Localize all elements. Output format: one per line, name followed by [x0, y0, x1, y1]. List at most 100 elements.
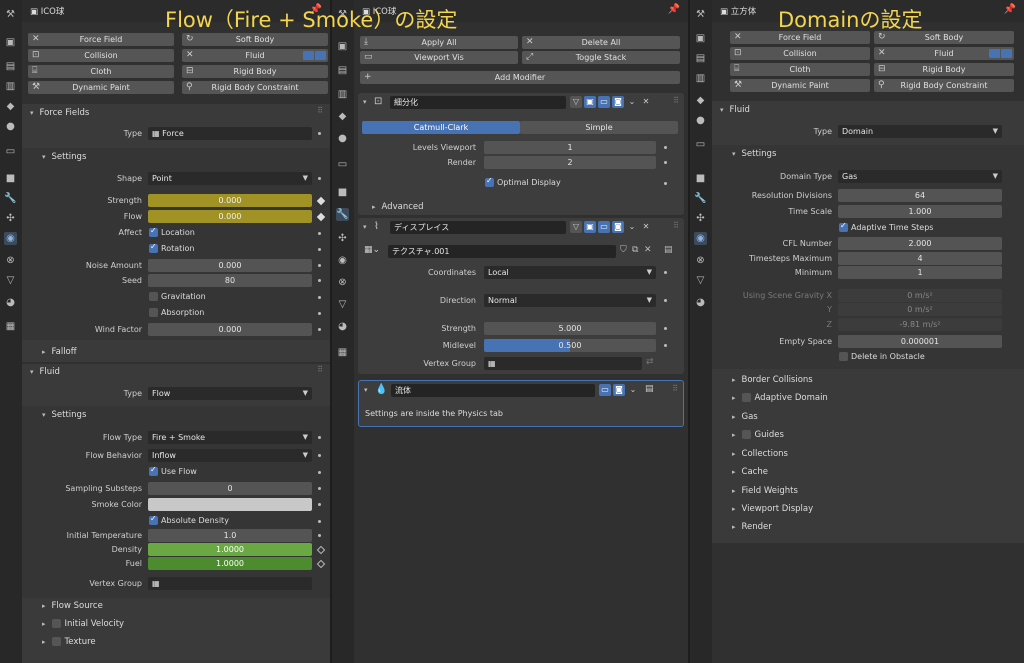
render-levels-field[interactable]: 2 [484, 156, 656, 169]
keyframe-dot[interactable] [318, 232, 321, 235]
border-collisions-header[interactable]: ▸ Border Collisions [732, 375, 813, 385]
keyframe-dot[interactable] [318, 177, 321, 180]
fluid-header[interactable]: ▾ Fluid [30, 367, 60, 377]
object-icon[interactable]: ■ [694, 172, 707, 185]
collection-icon[interactable]: ▭ [694, 138, 707, 151]
drag-handle-icon[interactable]: ⠿ [317, 365, 324, 374]
collection-icon[interactable]: ▭ [336, 158, 349, 171]
apply-all-button[interactable]: ⤓ Apply All [360, 36, 518, 49]
tool-icon[interactable]: ⚒ [4, 8, 17, 21]
world-icon[interactable]: ● [694, 114, 707, 127]
chevron-down-icon[interactable]: ▾ [363, 98, 367, 106]
render-icon[interactable]: ▣ [336, 40, 349, 53]
texture-properties-icon[interactable]: ▤ [664, 245, 673, 255]
keyframe-dot[interactable] [318, 279, 321, 282]
delete-in-obstacle-checkbox[interactable] [839, 352, 848, 361]
data-icon[interactable]: ▽ [336, 298, 349, 311]
vertex-group-field[interactable]: ▦ [484, 357, 642, 370]
initial-velocity-header[interactable]: ▸ Initial Velocity [42, 619, 124, 629]
delete-all-button[interactable]: ✕ Delete All [522, 36, 680, 49]
guides-checkbox[interactable] [741, 430, 751, 439]
absorption-checkbox[interactable] [149, 308, 158, 317]
texture-icon[interactable]: ▦ [4, 320, 17, 333]
fluid-header[interactable]: ▾ Fluid [720, 105, 750, 115]
keyframe-icon[interactable] [316, 545, 326, 555]
adaptive-domain-header[interactable]: ▸ Adaptive Domain [732, 393, 828, 403]
object-icon[interactable]: ■ [4, 172, 17, 185]
collection-icon[interactable]: ▭ [4, 145, 17, 158]
strength-field[interactable]: 5.000 [484, 322, 656, 335]
scene-icon[interactable]: ◆ [336, 110, 349, 123]
texture-checkbox[interactable] [51, 637, 61, 646]
viewport-toggle-icon[interactable] [989, 49, 1000, 58]
keyframe-dot[interactable] [664, 327, 667, 330]
rotation-checkbox[interactable] [149, 242, 158, 253]
direction-select[interactable]: Normal ▼ [484, 294, 656, 307]
view-layer-icon[interactable]: ▥ [336, 88, 349, 101]
settings-header[interactable]: ▾ Settings [42, 152, 86, 162]
object-icon[interactable]: ■ [336, 186, 349, 199]
keyframe-dot[interactable] [318, 248, 321, 251]
world-icon[interactable]: ● [4, 120, 17, 133]
physics-link-icon[interactable]: ▤ [645, 384, 654, 394]
modifier-icon[interactable]: 🔧 [336, 208, 349, 221]
add-modifier-button[interactable]: + Add Modifier [360, 71, 680, 84]
sampling-substeps-field[interactable]: 0 [148, 482, 312, 495]
pin-icon[interactable]: 📌 [668, 4, 680, 15]
cfl-number-field[interactable]: 2.000 [838, 237, 1002, 250]
texture-icon[interactable]: ▦ [336, 346, 349, 359]
cache-header[interactable]: ▸ Cache [732, 467, 768, 477]
keyframe-dot[interactable] [664, 271, 667, 274]
on-cage-icon[interactable]: ▣ [584, 96, 596, 108]
advanced-header[interactable]: ▸ Advanced [372, 202, 424, 212]
drag-handle-icon[interactable]: ⠿ [672, 384, 679, 393]
dynamic-paint-button[interactable]: ⚒ Dynamic Paint [730, 79, 870, 92]
keyframe-dot[interactable] [318, 520, 321, 523]
flow-field[interactable]: 0.000 [148, 210, 312, 223]
keyframe-dot[interactable] [664, 146, 667, 149]
keyframe-icon[interactable] [316, 196, 326, 206]
keyframe-dot[interactable] [664, 299, 667, 302]
texture-name-field[interactable]: テクスチャ.001 [388, 245, 616, 258]
output-icon[interactable]: ▤ [336, 64, 349, 77]
render-toggle-icon[interactable]: ◙ [613, 384, 625, 396]
keyframe-dot[interactable] [318, 454, 321, 457]
constraint-icon[interactable]: ⊗ [336, 276, 349, 289]
invert-icon[interactable]: ⇄ [646, 357, 654, 367]
soft-body-button[interactable]: ↻ Soft Body [182, 33, 328, 46]
cloth-button[interactable]: ⌸ Cloth [28, 65, 174, 78]
collision-button[interactable]: ⊡ Collision [730, 47, 870, 60]
gravitation-checkbox[interactable] [149, 292, 158, 301]
keyframe-icon[interactable] [316, 212, 326, 222]
flow-source-header[interactable]: ▸ Flow Source [42, 601, 103, 611]
drag-handle-icon[interactable]: ⠿ [673, 96, 680, 105]
keyframe-dot[interactable] [318, 296, 321, 299]
viewport-display-header[interactable]: ▸ Viewport Display [732, 504, 813, 514]
shape-select[interactable]: Point ▼ [148, 172, 312, 185]
fake-user-icon[interactable]: ⛉ [620, 245, 627, 255]
render-toggle-icon[interactable] [1001, 49, 1012, 58]
drag-handle-icon[interactable]: ⠿ [673, 221, 680, 230]
texture-header[interactable]: ▸ Texture [42, 637, 96, 647]
midlevel-slider[interactable]: 0.500 [484, 339, 656, 352]
view-layer-icon[interactable]: ▥ [4, 80, 17, 93]
keyframe-dot[interactable] [318, 503, 321, 506]
keyframe-dot[interactable] [318, 471, 321, 474]
smoke-color-swatch[interactable] [148, 498, 312, 511]
flow-type-select[interactable]: Fire + Smoke ▼ [148, 431, 312, 444]
edit-mode-icon[interactable]: ▽ [570, 96, 582, 108]
optimal-display-checkbox[interactable] [485, 176, 494, 187]
output-icon[interactable]: ▤ [4, 60, 17, 73]
force-type-select[interactable]: ▦ Force [148, 127, 312, 140]
data-icon[interactable]: ▽ [694, 274, 707, 287]
chevron-down-icon[interactable]: ⌄ [626, 221, 638, 233]
empty-space-field[interactable]: 0.000001 [838, 335, 1002, 348]
keyframe-dot[interactable] [664, 182, 667, 185]
material-icon[interactable]: ◕ [694, 296, 707, 309]
falloff-header[interactable]: ▸ Falloff [42, 347, 77, 357]
keyframe-dot[interactable] [318, 132, 321, 135]
scene-icon[interactable]: ◆ [4, 100, 17, 113]
render-icon[interactable]: ▣ [4, 36, 17, 49]
viewport-toggle-icon[interactable] [303, 51, 314, 60]
guides-header[interactable]: ▸ Guides [732, 430, 784, 440]
